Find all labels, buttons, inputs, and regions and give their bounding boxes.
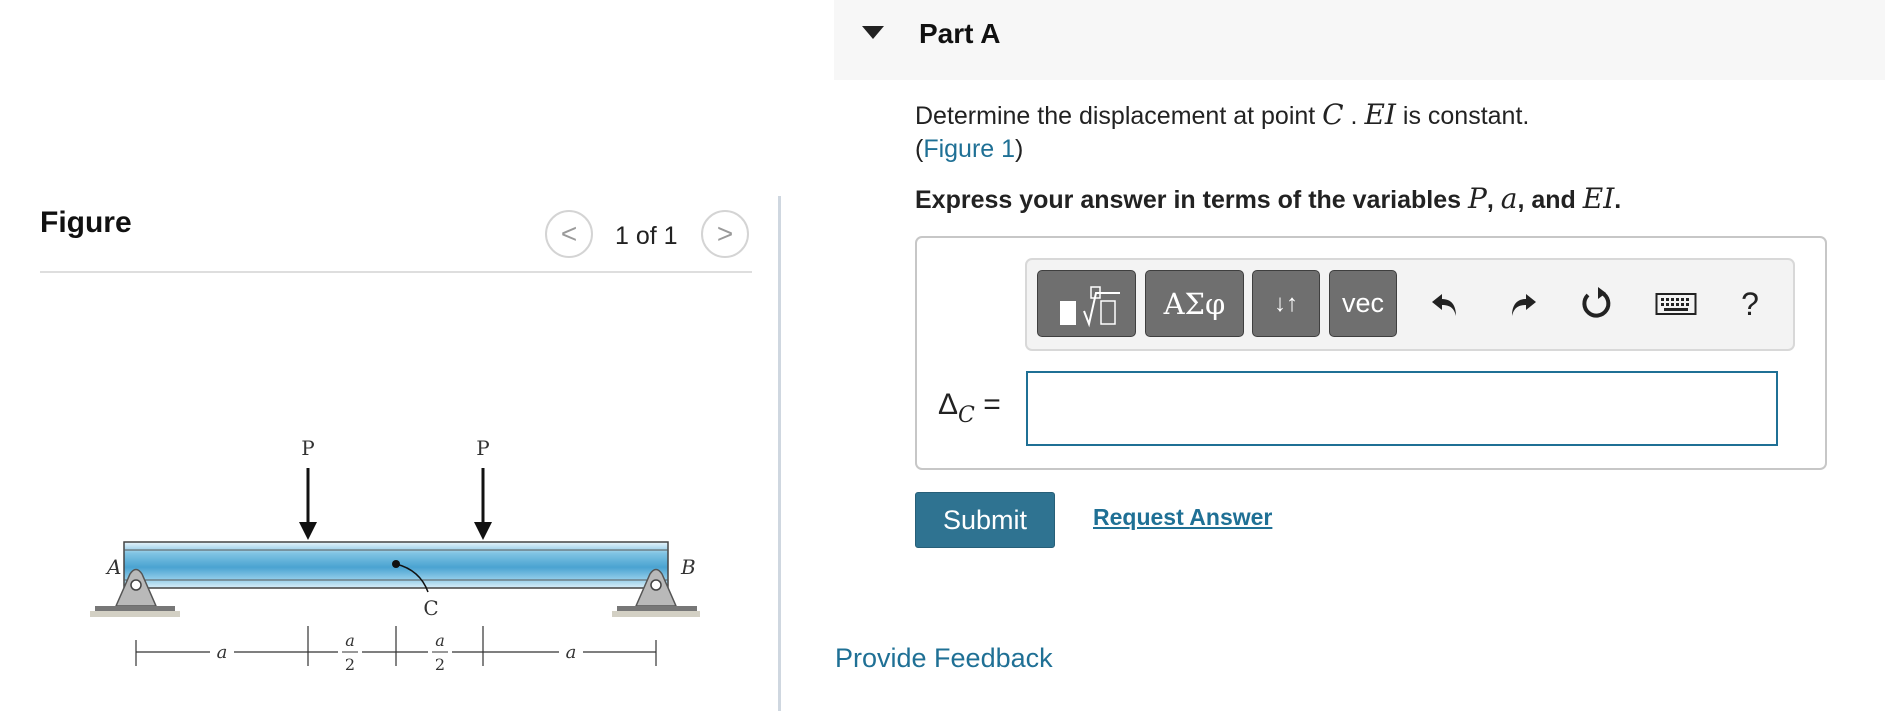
instruction-prefix: Express your answer in terms of the vari…	[915, 186, 1469, 214]
redo-icon	[1512, 294, 1536, 316]
point-c-label: C	[423, 596, 438, 620]
reset-icon	[1582, 287, 1611, 318]
support-a-ground	[90, 611, 180, 617]
subscript-superscript-button[interactable]: ↓↑	[1252, 270, 1320, 337]
reset-button[interactable]	[1573, 280, 1621, 328]
dimension-half-den-2: 2	[435, 655, 445, 674]
templates-button[interactable]	[1037, 270, 1136, 337]
provide-feedback-link[interactable]: Provide Feedback	[835, 643, 1053, 674]
part-title: Part A	[919, 18, 1001, 49]
support-a-pin	[130, 579, 142, 591]
question-text: Determine the displacement at point C . …	[915, 98, 1529, 166]
load-label-right: P	[476, 436, 489, 460]
support-b-ground	[612, 611, 700, 617]
dimension-a-left: a	[217, 642, 228, 663]
greek-symbols-button[interactable]: ΑΣφ	[1145, 270, 1244, 337]
delta-symbol: Δ	[938, 388, 959, 421]
submit-button[interactable]: Submit	[915, 492, 1055, 548]
load-label-left: P	[301, 436, 314, 460]
chevron-left-icon: <	[560, 218, 578, 249]
var-ei: EI	[1582, 182, 1615, 215]
delta-subscript: C	[958, 403, 975, 428]
figure-title: Figure	[40, 206, 132, 239]
var-a: a	[1500, 182, 1518, 215]
figure-link-close: )	[1015, 135, 1024, 163]
vector-label: vec	[1341, 288, 1385, 318]
previous-figure-button[interactable]: <	[545, 210, 593, 258]
dimension-a-right: a	[566, 642, 577, 663]
answer-label: ΔC =	[938, 388, 1001, 428]
question-mid: .	[1343, 102, 1365, 130]
dimension-half-num-2: a	[435, 631, 445, 650]
figure-link[interactable]: Figure 1	[923, 135, 1015, 163]
question-point: C	[1322, 98, 1344, 131]
figure-divider	[40, 271, 752, 273]
question-ei: EI	[1364, 98, 1396, 131]
vector-button[interactable]: vec	[1329, 270, 1397, 337]
dimension-half-den-1: 2	[345, 655, 355, 674]
answer-input[interactable]	[1026, 371, 1778, 446]
instruction-sep-2: , and	[1517, 186, 1583, 214]
support-a-label: A	[105, 555, 121, 579]
keyboard-icon	[1655, 293, 1697, 315]
var-p: P	[1468, 182, 1487, 215]
arrows-up-down-icon: ↓↑	[1274, 289, 1298, 317]
figure-pagination: 1 of 1	[615, 222, 678, 250]
support-b-pin	[650, 579, 662, 591]
answer-instruction: Express your answer in terms of the vari…	[915, 182, 1621, 215]
request-answer-link[interactable]: Request Answer	[1093, 504, 1272, 531]
instruction-sep-1: ,	[1486, 186, 1501, 214]
caret-down-icon[interactable]	[862, 26, 884, 39]
load-arrowhead-left	[299, 522, 317, 540]
support-b-label: B	[680, 555, 696, 579]
redo-button[interactable]	[1498, 280, 1546, 328]
beam-diagram: P P C A B a a 2 a 2 a	[90, 436, 700, 676]
support-b-base	[617, 606, 697, 611]
help-icon: ?	[1741, 285, 1759, 322]
undo-button[interactable]	[1422, 280, 1470, 328]
load-arrowhead-right	[474, 522, 492, 540]
help-button[interactable]: ?	[1726, 280, 1774, 328]
equals-sign: =	[983, 388, 1001, 421]
fraction-root-icon	[1059, 285, 1120, 327]
keyboard-button[interactable]	[1650, 280, 1702, 328]
instruction-end: .	[1614, 186, 1622, 214]
chevron-right-icon: >	[716, 218, 734, 249]
question-suffix: is constant.	[1395, 102, 1530, 130]
next-figure-button[interactable]: >	[701, 210, 749, 258]
greek-symbols-label: ΑΣφ	[1163, 286, 1226, 321]
question-prefix: Determine the displacement at point	[915, 102, 1323, 130]
support-a-base	[95, 606, 175, 611]
undo-icon	[1432, 294, 1456, 316]
dimension-half-num-1: a	[345, 631, 355, 650]
